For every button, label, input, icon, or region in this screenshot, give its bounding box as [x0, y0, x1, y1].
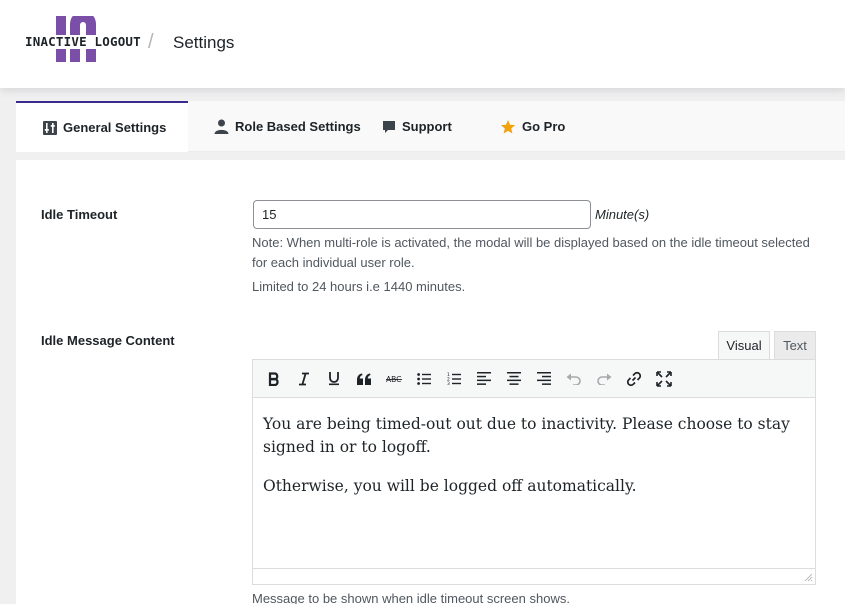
user-icon — [214, 119, 229, 134]
breadcrumb-separator: / — [148, 31, 154, 53]
page-title: Settings — [173, 33, 235, 52]
tab-label: General Settings — [63, 120, 167, 135]
align-right-icon[interactable] — [529, 364, 559, 394]
inactive-logout-logo[interactable]: INACTIVE LOGOUT — [24, 16, 142, 62]
resize-handle-icon[interactable] — [804, 573, 813, 582]
align-center-icon[interactable] — [499, 364, 529, 394]
idle-timeout-limit-note: Limited to 24 hours i.e 1440 minutes. — [252, 279, 466, 294]
speech-bubble-icon — [382, 120, 396, 134]
top-header: INACTIVE LOGOUT / Settings — [0, 0, 845, 88]
idle-timeout-note: Note: When multi-role is activated, the … — [252, 235, 810, 270]
message-editor: ABC 123 You are being timed-out out due … — [252, 359, 816, 585]
align-left-icon[interactable] — [469, 364, 499, 394]
editor-content[interactable]: You are being timed-out out due to inact… — [253, 398, 815, 498]
sliders-icon — [43, 120, 57, 135]
settings-tabs: General Settings Role Based Settings Sup… — [16, 101, 845, 152]
idle-timeout-label: Idle Timeout — [41, 207, 118, 222]
tab-go-pro[interactable]: Go Pro — [500, 101, 565, 152]
bold-icon[interactable] — [259, 364, 289, 394]
editor-statusbar — [253, 568, 815, 584]
undo-icon[interactable] — [559, 364, 589, 394]
message-paragraph: Otherwise, you will be logged off automa… — [263, 477, 637, 495]
settings-panel: Idle Timeout Minute(s) Note: When multi-… — [16, 160, 845, 604]
numbered-list-icon[interactable]: 123 — [439, 364, 469, 394]
star-icon — [500, 119, 516, 135]
link-icon[interactable] — [619, 364, 649, 394]
underline-icon[interactable] — [319, 364, 349, 394]
tab-label: Support — [402, 119, 452, 134]
editor-tab-visual[interactable]: Visual — [718, 331, 770, 359]
blockquote-icon[interactable] — [349, 364, 379, 394]
idle-timeout-input[interactable] — [253, 200, 591, 229]
message-helper-text: Message to be shown when idle timeout sc… — [252, 591, 570, 604]
idle-timeout-unit: Minute(s) — [595, 207, 650, 222]
editor-toolbar: ABC 123 — [253, 360, 815, 398]
tab-label: Go Pro — [522, 119, 566, 134]
tab-role-based-settings[interactable]: Role Based Settings — [188, 101, 382, 152]
fullscreen-icon[interactable] — [649, 364, 679, 394]
redo-icon[interactable] — [589, 364, 619, 394]
tab-general-settings[interactable]: General Settings — [16, 101, 188, 152]
logo-text: INACTIVE LOGOUT — [24, 34, 142, 49]
italic-icon[interactable] — [289, 364, 319, 394]
tab-support[interactable]: Support — [382, 101, 500, 152]
message-paragraph: You are being timed-out out due to inact… — [263, 415, 790, 456]
tab-label: Role Based Settings — [235, 119, 361, 134]
idle-message-label: Idle Message Content — [41, 333, 175, 348]
editor-tab-text[interactable]: Text — [774, 331, 816, 359]
bullet-list-icon[interactable] — [409, 364, 439, 394]
svg-text:3: 3 — [447, 381, 450, 386]
strikethrough-icon[interactable]: ABC — [379, 364, 409, 394]
